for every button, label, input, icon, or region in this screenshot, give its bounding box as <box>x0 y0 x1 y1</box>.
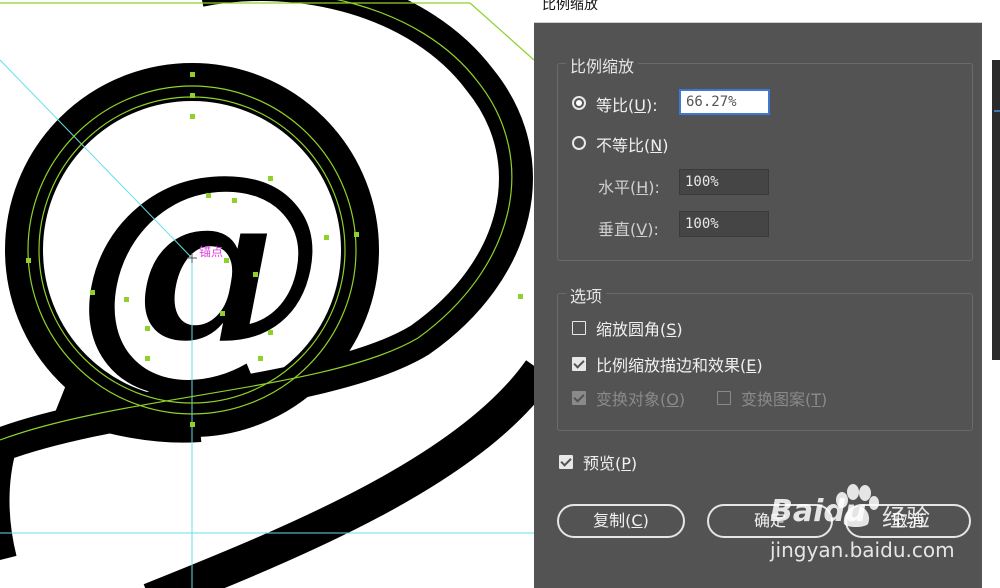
right-panel-strip <box>982 0 1000 588</box>
baidu-watermark: Baidu 经验 jingyan.baidu.com <box>770 484 982 564</box>
transform-objects-label: 变换对象(O) <box>596 390 686 409</box>
scale-group-title: 比例缩放 <box>566 53 639 77</box>
anchor-point <box>253 272 258 277</box>
options-group-title: 选项 <box>566 283 607 307</box>
uniform-radio[interactable] <box>572 96 586 110</box>
watermark-url: jingyan.baidu.com <box>770 538 955 562</box>
anchor-point <box>145 326 150 331</box>
horizontal-scale-input[interactable]: 100% <box>679 169 769 195</box>
at-glyph: @ <box>75 117 325 411</box>
anchor-point <box>90 290 95 295</box>
anchor-label: 锚点 <box>199 244 223 259</box>
vertical-label: 垂直(V): <box>598 220 659 239</box>
anchor-point <box>268 330 273 335</box>
anchor-point <box>190 114 195 119</box>
anchor-point <box>124 297 129 302</box>
anchor-point <box>220 311 225 316</box>
uniform-label[interactable]: 等比(U): <box>596 92 658 116</box>
scale-corners-checkbox[interactable] <box>572 321 586 335</box>
scale-corners-label[interactable]: 缩放圆角(S) <box>596 316 683 340</box>
dialog-titlebar[interactable]: 比例缩放 <box>534 0 982 23</box>
anchor-point <box>190 93 195 98</box>
anchor-point <box>268 176 273 181</box>
watermark-brand-cn: 经验 <box>882 504 930 532</box>
scale-strokes-checkbox[interactable] <box>572 357 586 371</box>
anchor-point <box>190 422 195 427</box>
transform-patterns-checkbox <box>717 391 731 405</box>
anchor-point <box>224 258 229 263</box>
non-uniform-label[interactable]: 不等比(N) <box>596 132 668 156</box>
anchor-point <box>145 356 150 361</box>
anchor-point <box>232 198 237 203</box>
bbox-diagonal <box>469 2 535 61</box>
transform-patterns-label: 变换图案(T) <box>741 390 828 409</box>
panel-highlight <box>994 110 1000 112</box>
anchor-point <box>354 232 359 237</box>
scale-strokes-label[interactable]: 比例缩放描边和效果(E) <box>596 352 763 376</box>
anchor-point <box>26 258 31 263</box>
anchor-point <box>190 72 195 77</box>
preview-checkbox[interactable] <box>559 455 573 469</box>
transform-objects-checkbox <box>572 391 586 405</box>
copy-button[interactable]: 复制(C) <box>557 504 685 538</box>
horizontal-label: 水平(H): <box>598 178 660 197</box>
dialog-title: 比例缩放 <box>542 0 598 13</box>
anchor-point <box>324 235 329 240</box>
preview-label[interactable]: 预览(P) <box>583 450 637 474</box>
anchor-point <box>518 294 523 299</box>
anchor-point <box>258 356 263 361</box>
uniform-scale-input[interactable]: 66.27% <box>679 89 770 115</box>
vertical-scale-input[interactable]: 100% <box>679 211 769 237</box>
layers-panel-edge <box>992 60 1000 360</box>
non-uniform-radio[interactable] <box>572 136 586 150</box>
watermark-brand: Baidu <box>770 494 867 529</box>
anchor-point <box>206 193 211 198</box>
